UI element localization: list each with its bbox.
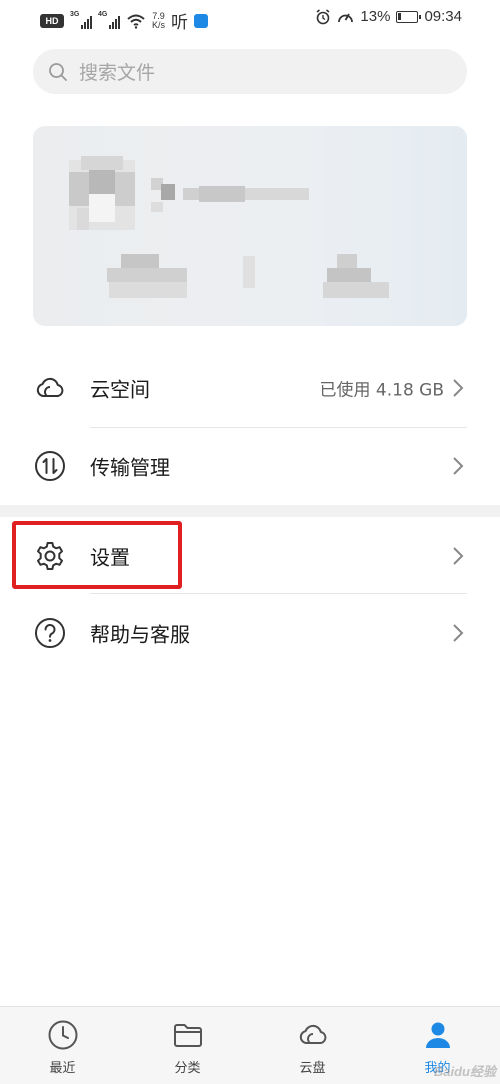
nav-label: 分类 [174, 1061, 201, 1076]
help-icon [35, 618, 65, 648]
menu-item-cloud-space[interactable]: 云空间 已使用 4.18 GB [0, 349, 500, 427]
nav-tab-cloud-drive[interactable]: 云盘 [250, 1007, 375, 1084]
menu-item-label: 帮助与客服 [90, 622, 190, 647]
menu-item-label: 云空间 [90, 377, 150, 402]
clock-icon [48, 1020, 77, 1050]
network-type-label: 4G [98, 10, 108, 18]
search-icon [49, 62, 67, 81]
speed-unit: K/s [152, 19, 166, 30]
status-bar: HD 3G 4G 7.9 K/s 听 13% 09:34 [0, 0, 500, 38]
cloud-icon [299, 1024, 326, 1044]
status-right: 13% 09:34 [315, 8, 462, 25]
user-icon [425, 1022, 450, 1048]
network-speed: 7.9 K/s [152, 11, 166, 30]
storage-used-value: 已使用 4.18 GB [319, 380, 445, 401]
menu-item-label: 传输管理 [90, 455, 170, 480]
search-placeholder: 搜索文件 [79, 62, 156, 84]
battery-icon [396, 10, 422, 23]
transfer-icon [35, 451, 65, 481]
chevron-right-icon [453, 457, 464, 475]
signal-icon: 3G [70, 10, 92, 29]
menu-item-transfer[interactable]: 传输管理 [0, 427, 500, 505]
nav-label: 云盘 [299, 1061, 326, 1076]
chevron-right-icon [453, 379, 464, 397]
wifi-icon [127, 14, 145, 29]
cloud-icon [36, 377, 64, 397]
account-card[interactable] [33, 126, 467, 326]
app-notification-icon [194, 13, 209, 28]
battery-percent: 13% [360, 8, 391, 25]
network-type-label: 3G [70, 10, 80, 18]
menu-item-settings[interactable]: 设置 [0, 517, 500, 595]
status-left: HD 3G 4G 7.9 K/s 听 [40, 8, 209, 33]
gear-icon [37, 542, 63, 570]
alarm-icon [316, 8, 330, 24]
search-bar[interactable]: 搜索文件 [33, 49, 467, 94]
menu-item-help[interactable]: 帮助与客服 [0, 594, 500, 672]
nav-label: 最近 [49, 1061, 76, 1076]
clock-time: 09:34 [424, 8, 462, 25]
chevron-right-icon [453, 624, 464, 642]
folder-icon [173, 1024, 202, 1047]
nav-tab-category[interactable]: 分类 [125, 1007, 250, 1084]
bottom-nav: 最近 分类 云盘 我的 Baidu经验 [0, 1006, 500, 1084]
chevron-right-icon [453, 547, 464, 565]
listen-app-icon: 听 [171, 13, 189, 33]
hd-icon: HD [40, 13, 64, 28]
nav-tab-recent[interactable]: 最近 [0, 1007, 125, 1084]
signal-icon: 4G [98, 10, 120, 29]
speedometer-icon [338, 13, 354, 22]
watermark: Baidu经验 [433, 1064, 496, 1079]
section-gap [0, 505, 500, 517]
menu-item-label: 设置 [90, 545, 130, 570]
